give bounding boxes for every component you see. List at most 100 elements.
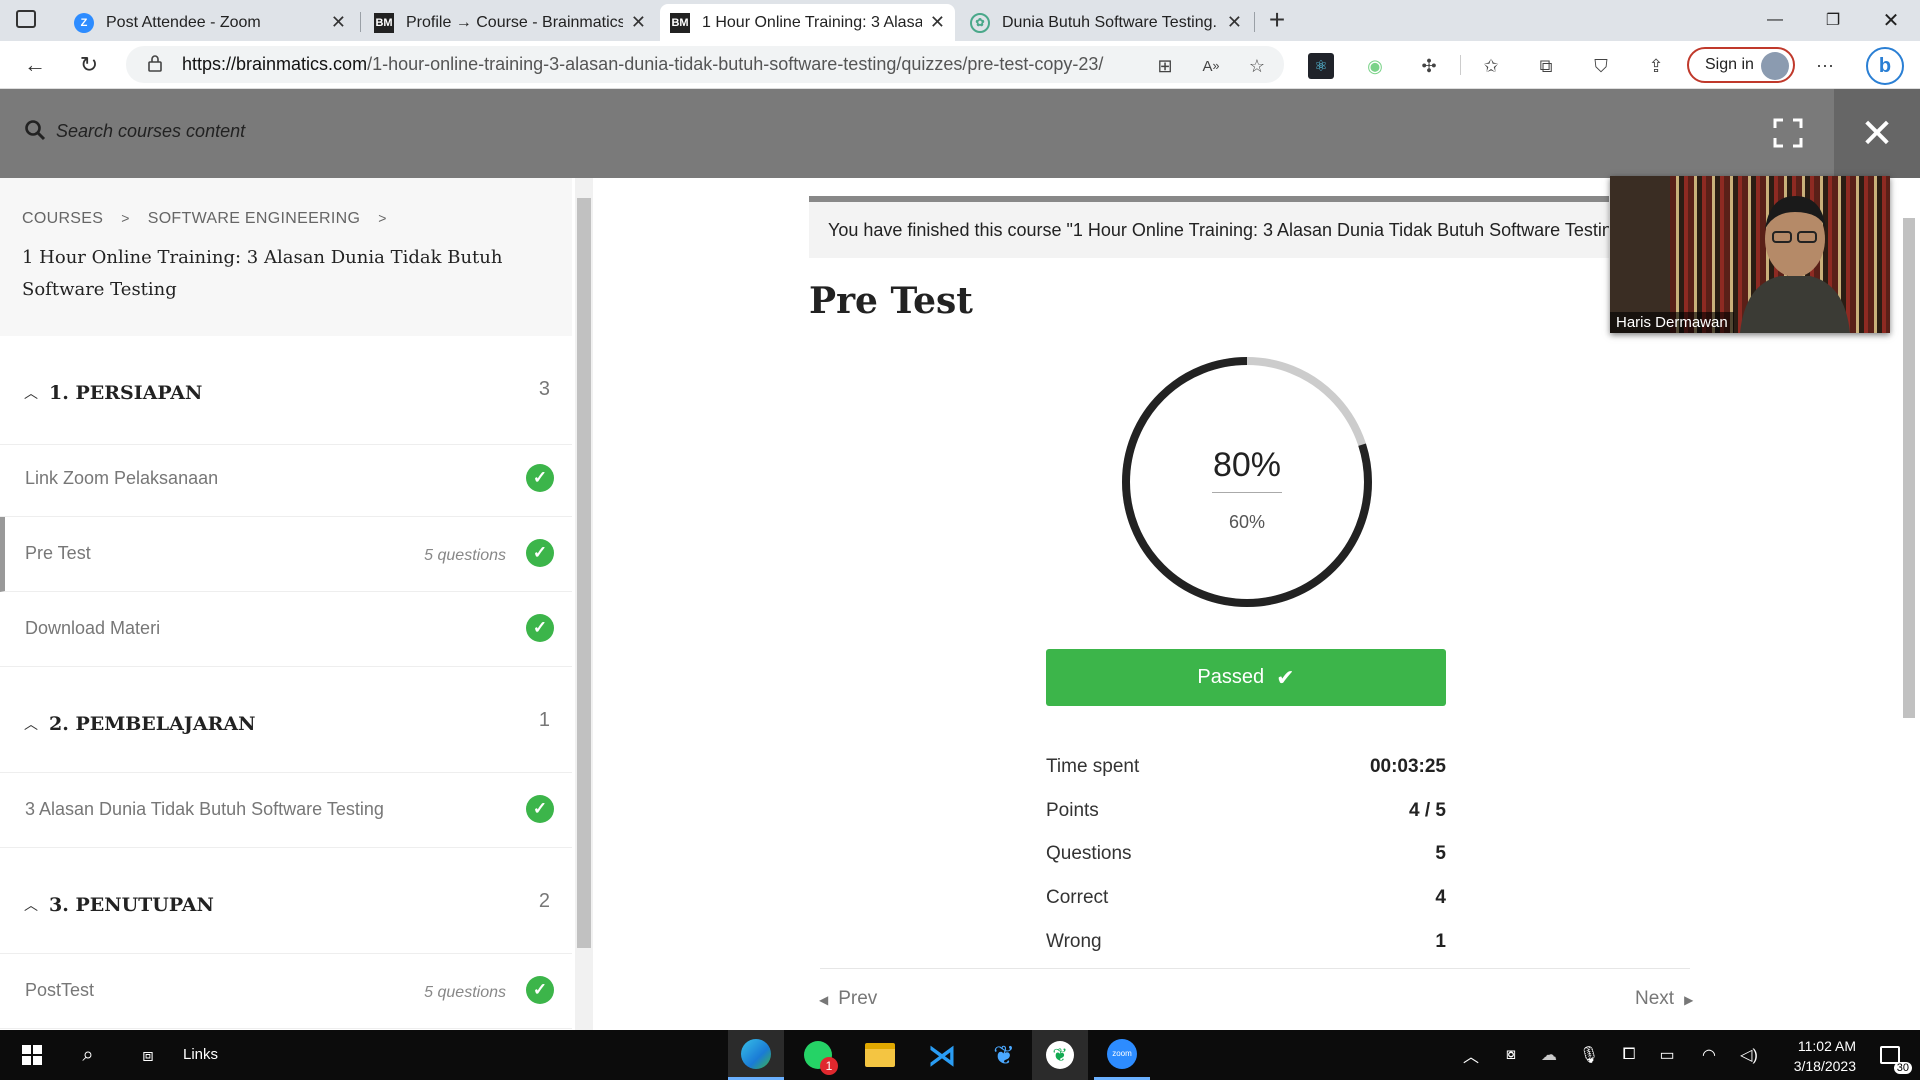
check-circle-icon: ✓ — [526, 539, 554, 567]
close-tab-icon[interactable]: ✕ — [1227, 12, 1242, 33]
chevron-up-icon[interactable]: ︿ — [24, 895, 38, 915]
tab-profile[interactable]: BM Profile → Course - Brainmatics ✕ — [364, 4, 656, 41]
curriculum-sidebar: COURSES > SOFTWARE ENGINEERING > 1 Hour Onl… — [0, 178, 575, 1030]
system-clock[interactable]: 11:02 AM 3/18/2023 — [1766, 1036, 1856, 1076]
extensions-puzzle-icon[interactable]: ✣ — [1416, 53, 1442, 79]
task-view-icon[interactable]: ⧈ — [128, 1030, 168, 1080]
stat-label: Wrong — [1046, 931, 1102, 952]
lesson-question-count: 5 questions — [424, 984, 506, 1001]
section-pembelajaran[interactable]: ︿ 2. PEMBELAJARAN 1 — [0, 667, 572, 773]
stat-wrong: Wrong 1 — [1046, 931, 1446, 971]
fullscreen-icon[interactable] — [1772, 117, 1804, 149]
prev-label: Prev — [838, 988, 878, 1009]
check-circle-icon: ✓ — [526, 795, 554, 823]
microphone-icon[interactable]: 🎙 — [1574, 1030, 1604, 1080]
refresh-icon[interactable]: ↻ — [72, 49, 106, 81]
close-course-icon[interactable]: ✕ — [1834, 89, 1920, 178]
notifications-icon[interactable]: 30 — [1868, 1030, 1912, 1080]
page-scrollbar[interactable] — [1898, 178, 1920, 1030]
chevron-up-icon[interactable]: ︿ — [24, 714, 38, 734]
add-favorite-icon[interactable]: ☆ — [1244, 53, 1270, 79]
course-title[interactable]: 1 Hour Online Training: 3 Alasan Dunia T… — [22, 242, 552, 306]
onedrive-icon[interactable]: ☁ — [1534, 1030, 1564, 1080]
chromatic-app-icon[interactable]: ❦ — [976, 1030, 1032, 1080]
lesson-3-alasan[interactable]: 3 Alasan Dunia Tidak Butuh Software Test… — [0, 773, 572, 848]
volume-icon[interactable]: ◁) — [1734, 1030, 1764, 1080]
tab-divider — [360, 12, 361, 32]
links-toolbar[interactable]: Links — [183, 1046, 218, 1063]
prev-button[interactable]: ◀ Prev — [819, 988, 877, 1010]
lesson-title: PostTest — [25, 980, 95, 1000]
tab-chatgpt[interactable]: ✿ Dunia Butuh Software Testing. ✕ — [960, 4, 1252, 41]
restore-icon[interactable]: ❐ — [1804, 0, 1862, 40]
extension-icon[interactable]: ◉ — [1362, 53, 1388, 79]
stat-correct: Correct 4 — [1046, 887, 1446, 927]
new-tab-icon[interactable]: + — [1264, 4, 1290, 36]
wifi-icon[interactable]: ◠ — [1694, 1030, 1724, 1080]
chevron-up-icon[interactable]: ︿ — [24, 383, 38, 403]
more-icon[interactable]: ⋯ — [1812, 53, 1838, 79]
lock-icon[interactable] — [148, 55, 162, 72]
meet-now-icon[interactable]: ⧇ — [1496, 1030, 1526, 1080]
url-bar[interactable]: https://brainmatics.com/1-hour-online-tr… — [126, 46, 1284, 83]
sign-in-button[interactable]: Sign in — [1687, 47, 1795, 83]
search-courses-input[interactable]: Search courses content — [56, 121, 245, 142]
read-aloud-icon[interactable]: A» — [1198, 53, 1224, 79]
breadcrumb-courses[interactable]: COURSES — [22, 210, 103, 227]
section-count: 2 — [538, 890, 550, 912]
sign-in-label: Sign in — [1705, 56, 1754, 73]
sidebar-scrollbar-thumb[interactable] — [577, 198, 591, 948]
zoom-app-icon[interactable]: zoom — [1094, 1030, 1150, 1080]
brainmatics-icon: BM — [670, 12, 690, 33]
tab-title: Dunia Butuh Software Testing. — [1002, 13, 1217, 31]
zoom-video-overlay[interactable]: Haris Dermawan — [1610, 176, 1890, 333]
lesson-pre-test[interactable]: Pre Test 5 questions ✓ — [0, 517, 572, 592]
react-devtools-icon[interactable]: ⚛ — [1308, 53, 1334, 79]
close-window-icon[interactable]: ✕ — [1862, 0, 1920, 40]
page-scrollbar-thumb[interactable] — [1903, 218, 1915, 718]
search-icon[interactable] — [24, 119, 46, 141]
search-icon[interactable]: ⌕ — [68, 1030, 108, 1080]
battery-icon[interactable]: ▭ — [1652, 1030, 1682, 1080]
stat-value: 1 — [1435, 931, 1446, 952]
apps-icon[interactable]: ⊞ — [1152, 53, 1178, 79]
file-explorer-icon[interactable] — [852, 1030, 908, 1080]
browser-essentials-icon[interactable]: ⛉ — [1588, 53, 1614, 79]
lesson-download-materi[interactable]: Download Materi ✓ — [0, 592, 572, 667]
whatsapp-badge: 1 — [820, 1057, 838, 1075]
chevron-up-icon[interactable]: ︿ — [1456, 1030, 1486, 1080]
lesson-posttest[interactable]: PostTest 5 questions ✓ — [0, 954, 572, 1029]
close-tab-icon[interactable]: ✕ — [631, 12, 646, 33]
caret-left-icon: ◀ — [819, 993, 829, 1007]
collections-icon[interactable]: ⧉ — [1533, 53, 1559, 79]
result-percent: 80% — [1212, 446, 1282, 484]
stat-time-spent: Time spent 00:03:25 — [1046, 756, 1446, 796]
minimize-icon[interactable]: — — [1746, 0, 1804, 40]
check-circle-icon: ✓ — [526, 614, 554, 642]
sidebar-scrollbar[interactable] — [575, 178, 593, 1030]
section-persiapan[interactable]: ︿ 1. PERSIAPAN 3 — [0, 336, 572, 445]
favorites-icon[interactable]: ✩ — [1478, 53, 1504, 79]
display-icon[interactable]: ⧠ — [1614, 1030, 1644, 1080]
caret-right-icon: ▶ — [1684, 993, 1694, 1007]
breadcrumb-category[interactable]: SOFTWARE ENGINEERING — [148, 210, 361, 227]
edge-icon[interactable] — [728, 1030, 784, 1080]
mongodb-compass-icon[interactable]: ❦ — [1032, 1030, 1088, 1080]
tab-zoom[interactable]: Z Post Attendee - Zoom ✕ — [64, 4, 356, 41]
section-penutupan[interactable]: ︿ 3. PENUTUPAN 2 — [0, 848, 572, 954]
next-button[interactable]: Next ▶ — [1635, 988, 1693, 1010]
close-tab-icon[interactable]: ✕ — [331, 12, 346, 33]
course-header: Search courses content ✕ — [0, 89, 1920, 178]
tab-course-active[interactable]: BM 1 Hour Online Training: 3 Alasan ✕ — [660, 4, 955, 41]
section-title: 3. PENUTUPAN — [49, 894, 214, 916]
share-icon[interactable]: ⇪ — [1643, 53, 1669, 79]
windows-start-icon[interactable] — [12, 1030, 52, 1080]
tab-actions-icon[interactable] — [16, 10, 36, 28]
vscode-icon[interactable]: ⋊ — [914, 1030, 970, 1080]
lesson-link-zoom[interactable]: Link Zoom Pelaksanaan ✓ — [0, 442, 572, 517]
close-tab-icon[interactable]: ✕ — [930, 12, 945, 33]
back-icon[interactable]: ← — [18, 49, 52, 81]
browser-tab-bar: Z Post Attendee - Zoom ✕ BM Profile → Co… — [0, 0, 1920, 41]
whatsapp-icon[interactable]: 1 — [790, 1030, 846, 1080]
bing-icon[interactable]: b — [1866, 47, 1904, 85]
